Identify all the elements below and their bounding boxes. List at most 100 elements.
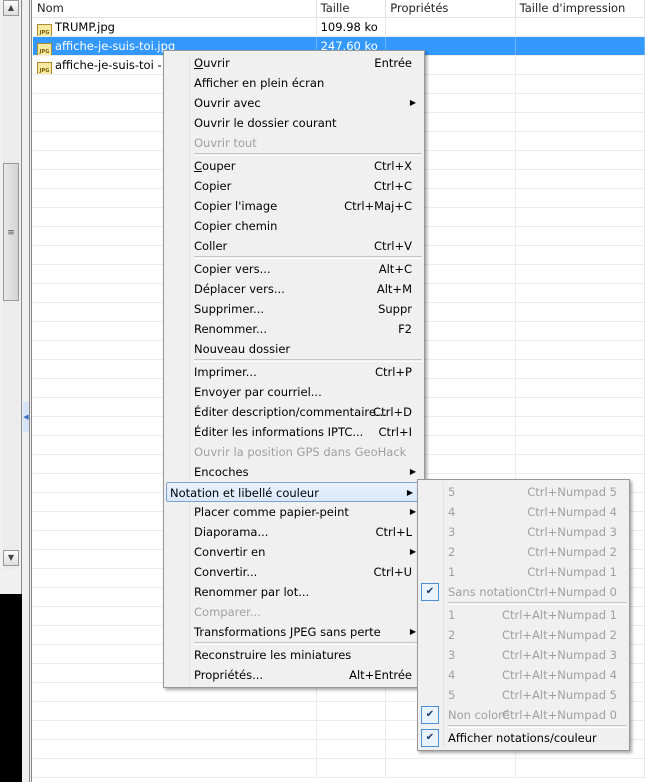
column-header-proprietes[interactable]: Propriétés xyxy=(386,0,516,17)
menu-item-editer-description-commentaire[interactable]: Éditer description/commentaire... Ctrl+D xyxy=(164,402,424,422)
menu-item-label: Éditer les informations IPTC... xyxy=(194,425,364,439)
menu-item-label: Envoyer par courriel... xyxy=(194,385,322,399)
submenu-arrow-icon: ▶ xyxy=(409,627,416,636)
menu-item-diaporama[interactable]: Diaporama... Ctrl+L xyxy=(164,522,424,542)
menu-item-shortcut: Alt+M xyxy=(376,282,412,296)
menu-item-non-colore[interactable]: ✔ Non coloré Ctrl+Alt+Numpad 0 xyxy=(418,705,629,725)
menu-item-5[interactable]: 5 Ctrl+Numpad 5 xyxy=(418,482,629,502)
menu-item-label: Déplacer vers... xyxy=(194,282,285,296)
menu-item-label: Ouvrir avec xyxy=(194,96,261,110)
menu-item-shortcut: Ctrl+U xyxy=(373,565,412,579)
menu-item-copier-chemin[interactable]: Copier chemin xyxy=(164,216,424,236)
menu-item-label: Reconstruire les miniatures xyxy=(194,648,352,662)
menu-item-renommer[interactable]: Renommer... F2 xyxy=(164,319,424,339)
menu-item-shortcut: Ctrl+X xyxy=(374,159,412,173)
menu-item-comparer[interactable]: Comparer... xyxy=(164,602,424,622)
left-pane: ▲ ≡ ▼ xyxy=(0,0,22,594)
rating-color-submenu: 5 Ctrl+Numpad 5 4 Ctrl+Numpad 4 3 Ctrl+Numpad… xyxy=(417,479,630,751)
jpg-file-icon: JPG xyxy=(37,24,52,36)
menu-item-label: 2 xyxy=(448,628,456,642)
menu-item-proprietes[interactable]: Propriétés... Alt+Entrée xyxy=(164,665,424,685)
menu-item-shortcut: Ctrl+Numpad 5 xyxy=(527,485,617,499)
menu-item-imprimer[interactable]: Imprimer... Ctrl+P xyxy=(164,362,424,382)
menu-item-label: 4 xyxy=(448,668,456,682)
menu-item-copier-vers[interactable]: Copier vers... Alt+C xyxy=(164,259,424,279)
print-size-cell xyxy=(516,227,645,245)
menu-item-label: Éditer description/commentaire... xyxy=(194,405,387,419)
menu-item-nouveau-dossier[interactable]: Nouveau dossier xyxy=(164,339,424,359)
submenu-arrow-icon: ▶ xyxy=(409,467,416,476)
menu-item-coller[interactable]: Coller Ctrl+V xyxy=(164,236,424,256)
menu-item-label: Diaporama... xyxy=(194,525,269,539)
print-size-cell xyxy=(516,341,645,359)
scroll-down-button[interactable]: ▼ xyxy=(3,550,19,566)
menu-item-afficher-notations-couleur[interactable]: ✔ Afficher notations/couleur xyxy=(418,728,629,748)
menu-item-label: Renommer par lot... xyxy=(194,585,310,599)
column-header-nom[interactable]: Nom xyxy=(33,0,317,17)
menu-item-encoches[interactable]: Encoches ▶ xyxy=(164,462,424,482)
menu-item-shortcut: Ctrl+L xyxy=(375,525,412,539)
scrollbar-thumb[interactable]: ≡ xyxy=(3,163,19,301)
menu-item-couper[interactable]: Couper Ctrl+X xyxy=(164,156,424,176)
menu-item-label: Coller xyxy=(194,239,228,253)
menu-item-4[interactable]: 4 Ctrl+Numpad 4 xyxy=(418,502,629,522)
menu-item-placer-comme-papier-peint[interactable]: Placer comme papier-peint ▶ xyxy=(164,502,424,522)
file-size-cell xyxy=(317,740,387,758)
list-header: Nom Taille Propriétés Taille d'impression xyxy=(33,0,645,18)
menu-item-shortcut: Ctrl+C xyxy=(373,179,412,193)
menu-item-transformations-jpeg-sans-perte[interactable]: Transformations JPEG sans perte ▶ xyxy=(164,622,424,642)
menu-item-3[interactable]: 3 Ctrl+Alt+Numpad 3 xyxy=(418,645,629,665)
print-size-cell xyxy=(516,398,645,416)
menu-item-supprimer[interactable]: Supprimer... Suppr xyxy=(164,299,424,319)
menu-item-afficher-en-plein-ecran[interactable]: Afficher en plein écran xyxy=(164,73,424,93)
menu-item-reconstruire-les-miniatures[interactable]: Reconstruire les miniatures xyxy=(164,645,424,665)
menu-item-sans-notation[interactable]: ✔ Sans notation Ctrl+Numpad 0 xyxy=(418,582,629,602)
menu-item-ouvrir[interactable]: Ouvrir Entrée xyxy=(164,53,424,73)
print-size-cell xyxy=(516,94,645,112)
menu-item-convertir[interactable]: Convertir... Ctrl+U xyxy=(164,562,424,582)
menu-item-label: Ouvrir tout xyxy=(194,136,257,150)
submenu-arrow-icon: ▶ xyxy=(406,488,413,497)
menu-item-ouvrir-avec[interactable]: Ouvrir avec ▶ xyxy=(164,93,424,113)
menu-item-convertir-en[interactable]: Convertir en ▶ xyxy=(164,542,424,562)
menu-item-2[interactable]: 2 Ctrl+Numpad 2 xyxy=(418,542,629,562)
submenu-arrow-icon: ▶ xyxy=(409,547,416,556)
collapse-arrow-icon[interactable]: ◀ xyxy=(23,402,29,432)
menu-item-envoyer-par-courriel[interactable]: Envoyer par courriel... xyxy=(164,382,424,402)
menu-item-1[interactable]: 1 Ctrl+Alt+Numpad 1 xyxy=(418,605,629,625)
menu-item-deplacer-vers[interactable]: Déplacer vers... Alt+M xyxy=(164,279,424,299)
menu-item-ouvrir-le-dossier-courant[interactable]: Ouvrir le dossier courant xyxy=(164,113,424,133)
menu-item-shortcut: Ctrl+Alt+Numpad 5 xyxy=(501,688,617,702)
menu-item-notation-et-libelle-couleur[interactable]: Notation et libellé couleur ▶ xyxy=(166,482,422,502)
menu-item-shortcut: Ctrl+Maj+C xyxy=(344,199,412,213)
menu-item-3[interactable]: 3 Ctrl+Numpad 3 xyxy=(418,522,629,542)
scroll-up-button[interactable]: ▲ xyxy=(3,0,19,16)
menu-item-ouvrir-tout[interactable]: Ouvrir tout xyxy=(164,133,424,153)
menu-item-ouvrir-la-position-gps-dans-geohack[interactable]: Ouvrir la position GPS dans GeoHack xyxy=(164,442,424,462)
mnemonic: C xyxy=(194,159,203,173)
menu-item-editer-les-informations-iptc[interactable]: Éditer les informations IPTC... Ctrl+I xyxy=(164,422,424,442)
menu-item-label: Notation et libellé couleur xyxy=(170,486,319,500)
menu-item-label: Ouvrir la position GPS dans GeoHack xyxy=(194,445,407,459)
vertical-scrollbar[interactable]: ▲ ≡ ▼ xyxy=(3,0,19,570)
column-header-taille[interactable]: Taille xyxy=(317,0,387,17)
menu-item-renommer-par-lot[interactable]: Renommer par lot... xyxy=(164,582,424,602)
jpg-file-icon: JPG xyxy=(37,43,52,55)
menu-item-label: Non coloré xyxy=(448,708,510,722)
menu-item-label: Convertir en xyxy=(194,545,266,559)
menu-item-shortcut: Ctrl+Numpad 3 xyxy=(527,525,617,539)
menu-item-4[interactable]: 4 Ctrl+Alt+Numpad 4 xyxy=(418,665,629,685)
menu-item-label: Afficher notations/couleur xyxy=(448,731,597,745)
menu-item-1[interactable]: 1 Ctrl+Numpad 1 xyxy=(418,562,629,582)
pane-splitter[interactable] xyxy=(22,0,32,782)
menu-item-copier-l-image[interactable]: Copier l'image Ctrl+Maj+C xyxy=(164,196,424,216)
file-name: affiche-je-suis-toi.jpg xyxy=(55,39,176,53)
file-name-cell xyxy=(33,740,317,758)
file-size-cell xyxy=(317,702,387,720)
menu-item-copier[interactable]: Copier Ctrl+C xyxy=(164,176,424,196)
menu-item-5[interactable]: 5 Ctrl+Alt+Numpad 5 xyxy=(418,685,629,705)
file-row[interactable]: JPG TRUMP.jpg 109.98 ko xyxy=(33,18,645,37)
column-header-taille-d-impression[interactable]: Taille d'impression xyxy=(516,0,645,17)
menu-item-label: Imprimer... xyxy=(194,365,257,379)
menu-item-2[interactable]: 2 Ctrl+Alt+Numpad 2 xyxy=(418,625,629,645)
